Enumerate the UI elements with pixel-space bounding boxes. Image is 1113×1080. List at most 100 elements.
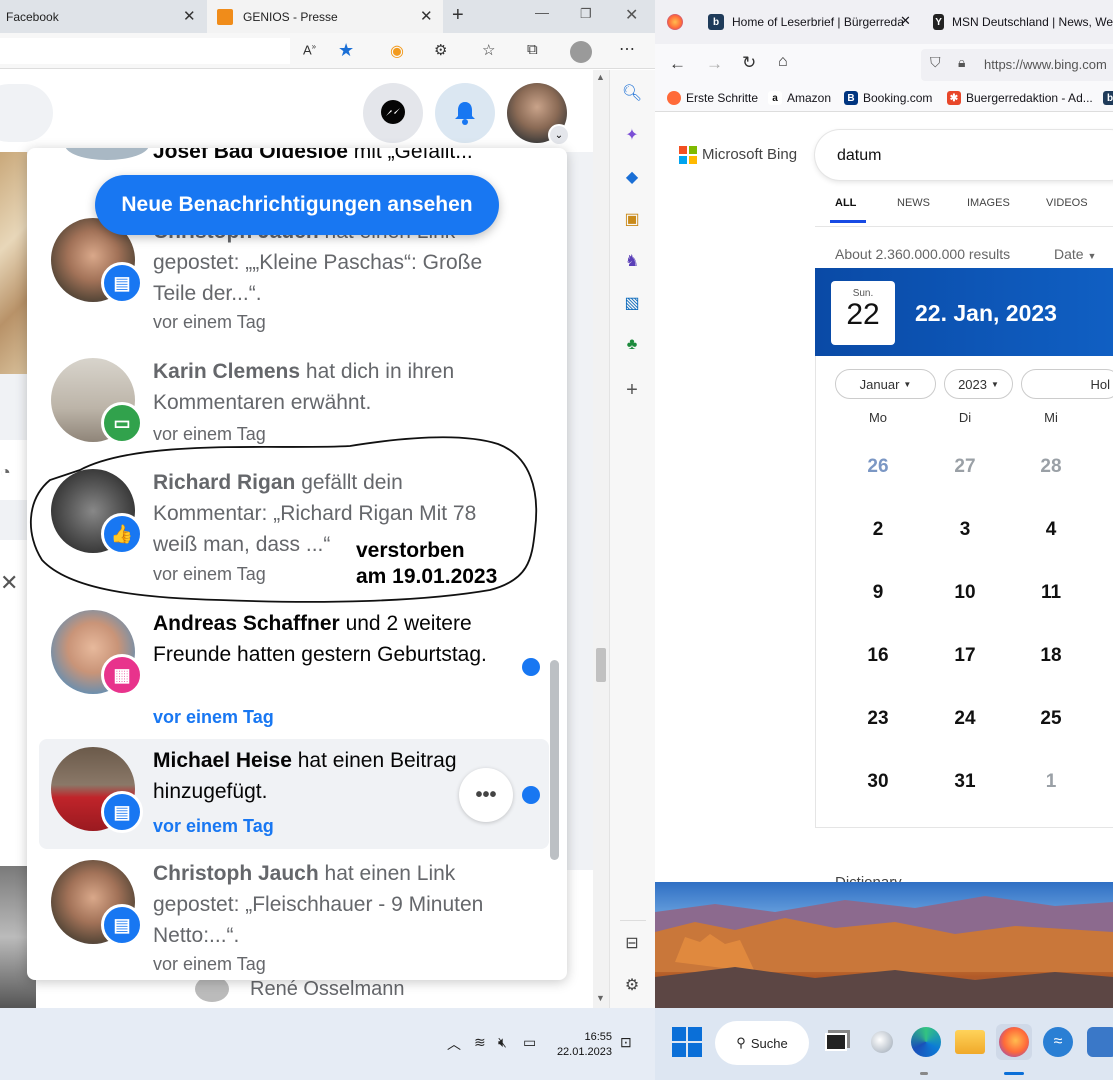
chevron-up-icon[interactable]: ︿ bbox=[447, 1034, 461, 1054]
back-icon[interactable]: ← bbox=[669, 54, 686, 74]
close-icon[interactable]: ✕ bbox=[0, 570, 18, 596]
sparkle-icon[interactable]: ✦ bbox=[623, 126, 641, 144]
date-filter[interactable]: Date ▼ bbox=[1054, 246, 1096, 262]
games-icon[interactable]: ♞ bbox=[623, 252, 641, 270]
url-text[interactable]: https://www.bing.com bbox=[984, 57, 1107, 72]
calendar-day[interactable]: 26 bbox=[858, 456, 898, 478]
task-view-button[interactable] bbox=[818, 1024, 854, 1060]
new-notifications-button[interactable]: Neue Benachrichtigungen ansehen bbox=[95, 175, 499, 235]
taskbar-search[interactable]: ⚲ Suche bbox=[715, 1021, 809, 1065]
year-select[interactable]: 2023 ▼ bbox=[944, 369, 1013, 399]
calendar-day[interactable]: 16 bbox=[858, 645, 898, 667]
add-icon[interactable]: + bbox=[623, 379, 641, 401]
firefox-taskbar-app[interactable] bbox=[996, 1024, 1032, 1060]
tab-news[interactable]: NEWS bbox=[897, 197, 930, 209]
read-aloud-icon[interactable]: A» bbox=[303, 42, 316, 57]
bookmark-buergerredaktion[interactable]: ✱ Buergerredaktion - Ad... bbox=[947, 91, 1093, 105]
start-button[interactable] bbox=[669, 1024, 705, 1060]
bookmark-amazon[interactable]: a Amazon bbox=[768, 91, 831, 105]
extensions-icon[interactable]: ⚙ bbox=[434, 41, 447, 59]
lock-icon[interactable]: 🔒︎ bbox=[958, 54, 965, 71]
tab-genios[interactable]: GENIOS - Presse ✕ bbox=[207, 0, 443, 33]
sticker-icon[interactable]: ◔ bbox=[0, 462, 11, 483]
search-input[interactable]: datum bbox=[837, 147, 881, 165]
calendar-day[interactable]: 3 bbox=[945, 519, 985, 541]
widgets-button[interactable] bbox=[864, 1024, 900, 1060]
notification-item[interactable]: ▤ Christoph Jauch hat einen Link geposte… bbox=[39, 852, 549, 974]
bing-logo[interactable]: Microsoft Bing bbox=[702, 146, 797, 163]
favorites-icon[interactable]: ☆ bbox=[482, 41, 495, 59]
sidebar-toggle-icon[interactable]: ⊟ bbox=[623, 934, 641, 952]
forward-icon[interactable]: → bbox=[706, 54, 723, 74]
edge-taskbar-app[interactable] bbox=[908, 1024, 944, 1060]
settings-gear-icon[interactable]: ⚙ bbox=[623, 976, 641, 994]
profile-icon[interactable] bbox=[570, 41, 592, 63]
page-scrollbar-thumb[interactable] bbox=[596, 648, 606, 682]
contact-name[interactable]: René Osselmann bbox=[250, 978, 405, 1001]
calendar-day[interactable]: 28 bbox=[1031, 456, 1071, 478]
calendar-day[interactable]: 18 bbox=[1031, 645, 1071, 667]
calendar-day[interactable]: 30 bbox=[858, 771, 898, 793]
calendar-day[interactable]: 1 bbox=[1031, 771, 1071, 793]
favorite-star-icon[interactable]: ★ bbox=[338, 40, 354, 61]
explorer-taskbar-app[interactable] bbox=[952, 1024, 988, 1060]
tab-facebook[interactable]: Facebook ✕ bbox=[0, 0, 205, 33]
bookmark-erste-schritte[interactable]: Erste Schritte bbox=[667, 91, 758, 105]
close-tab-icon[interactable]: ✕ bbox=[420, 7, 433, 25]
chevron-down-icon[interactable]: ⌄ bbox=[548, 124, 570, 146]
calendar-day[interactable]: 9 bbox=[858, 582, 898, 604]
app-taskbar-button[interactable] bbox=[1084, 1024, 1113, 1060]
bookmark-more[interactable]: b bbox=[1103, 91, 1113, 105]
restore-icon[interactable]: ❐ bbox=[580, 6, 592, 22]
panel-scrollbar[interactable] bbox=[550, 660, 559, 860]
calendar-day[interactable]: 11 bbox=[1031, 582, 1071, 604]
notification-center-icon[interactable]: ⊡ bbox=[620, 1034, 632, 1051]
messenger-button[interactable] bbox=[363, 83, 423, 143]
battery-icon[interactable]: ▭ bbox=[523, 1034, 536, 1051]
minimize-icon[interactable]: — bbox=[535, 4, 549, 20]
tab-images[interactable]: IMAGES bbox=[967, 197, 1010, 209]
scroll-up-icon[interactable]: ▲ bbox=[596, 72, 605, 82]
tree-icon[interactable]: ♣ bbox=[623, 336, 641, 354]
calendar-day[interactable]: 4 bbox=[1031, 519, 1071, 541]
collections-icon[interactable]: ⧉ bbox=[527, 41, 538, 58]
notification-item[interactable]: ▦ Andreas Schaffner und 2 weitere Freund… bbox=[39, 602, 549, 727]
more-icon[interactable]: ⋯ bbox=[619, 39, 635, 59]
search-icon[interactable]: 🔍︎ bbox=[622, 84, 642, 102]
tab-all[interactable]: ALL bbox=[835, 197, 856, 209]
shield-icon[interactable]: ⛉ bbox=[930, 54, 941, 71]
firefox-icon[interactable] bbox=[667, 14, 683, 30]
app-taskbar-button[interactable]: ≈ bbox=[1040, 1024, 1076, 1060]
new-tab-icon[interactable]: + bbox=[452, 4, 464, 27]
close-tab-icon[interactable]: ✕ bbox=[183, 7, 196, 25]
calendar-day[interactable]: 31 bbox=[945, 771, 985, 793]
outlook-icon[interactable]: ▧ bbox=[623, 294, 641, 312]
scroll-down-icon[interactable]: ▼ bbox=[596, 993, 605, 1003]
calendar-day[interactable]: 17 bbox=[945, 645, 985, 667]
calendar-day[interactable]: 27 bbox=[945, 456, 985, 478]
tools-icon[interactable]: ▣ bbox=[623, 210, 641, 228]
close-window-icon[interactable]: ✕ bbox=[625, 5, 638, 25]
holiday-select[interactable]: Hol bbox=[1021, 369, 1113, 399]
address-bar[interactable] bbox=[0, 38, 290, 64]
more-options-button[interactable]: ••• bbox=[459, 768, 513, 822]
calendar-day[interactable]: 25 bbox=[1031, 708, 1071, 730]
bookmark-booking[interactable]: B Booking.com bbox=[844, 91, 932, 105]
calendar-day[interactable]: 24 bbox=[945, 708, 985, 730]
home-icon[interactable]: ⌂ bbox=[778, 53, 788, 71]
tab-videos[interactable]: VIDEOS bbox=[1046, 197, 1088, 209]
page-scrollbar[interactable] bbox=[593, 70, 609, 1008]
tab-msn[interactable]: Y MSN Deutschland | News, We bbox=[925, 0, 1113, 44]
clock[interactable]: 16:55 22.01.2023 bbox=[556, 1030, 612, 1060]
notification-item[interactable]: ▤ Michael Heise hat einen Beitrag hinzug… bbox=[39, 739, 549, 849]
calendar-day[interactable]: 10 bbox=[945, 582, 985, 604]
calendar-day[interactable]: 2 bbox=[858, 519, 898, 541]
calendar-day[interactable]: 23 bbox=[858, 708, 898, 730]
speaker-muted-icon[interactable]: 🔇︎ bbox=[498, 1034, 507, 1051]
close-tab-icon[interactable]: ✕ bbox=[900, 13, 911, 29]
rss-icon[interactable]: ◉ bbox=[390, 41, 404, 61]
notifications-button[interactable] bbox=[435, 83, 495, 143]
wifi-icon[interactable]: ≋ bbox=[474, 1034, 486, 1051]
month-select[interactable]: Januar ▼ bbox=[835, 369, 936, 399]
reload-icon[interactable]: ↻ bbox=[742, 53, 756, 73]
